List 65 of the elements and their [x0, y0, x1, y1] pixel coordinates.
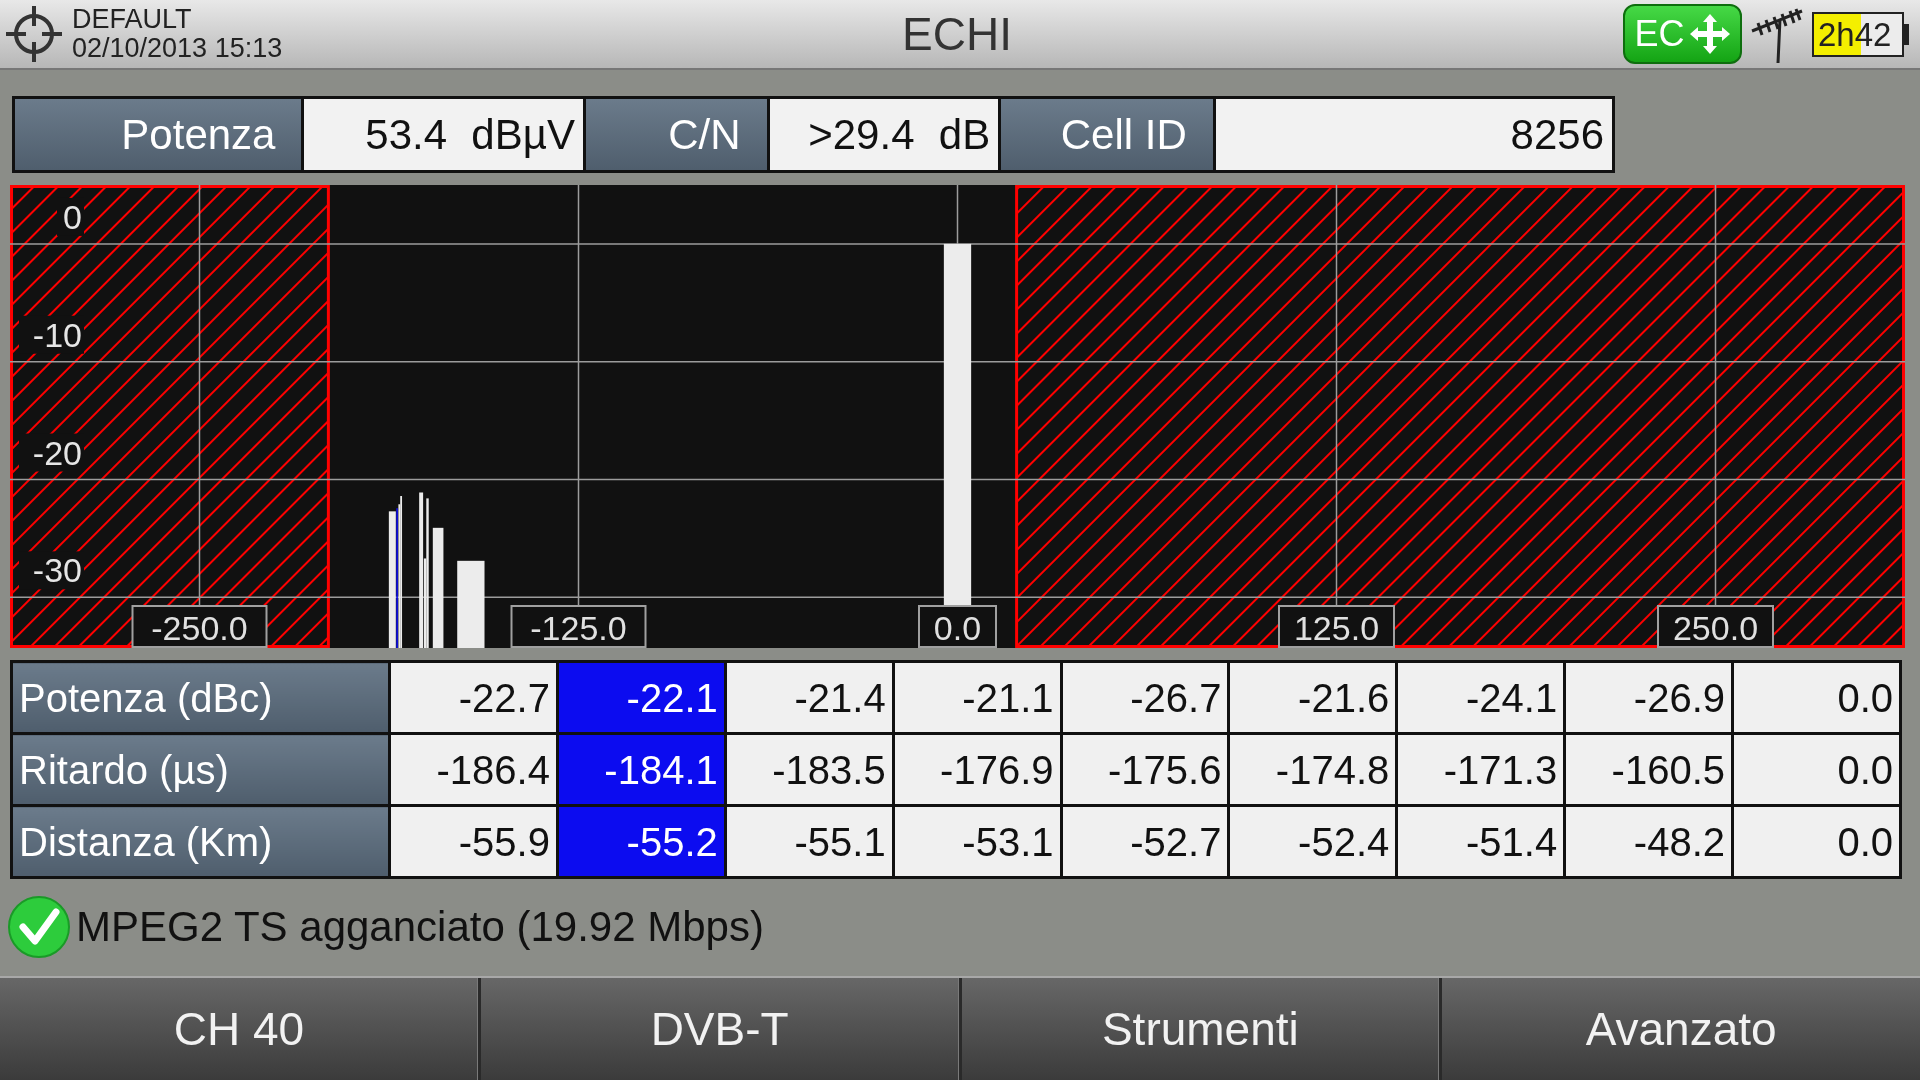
y-tick-label: -20 — [19, 433, 84, 472]
table-cell: -26.9 — [1564, 661, 1733, 734]
x-tick-label: 0.0 — [918, 605, 997, 648]
measurement-label: C/N — [585, 99, 770, 170]
y-tick-label: -30 — [32, 551, 82, 590]
x-tick-label: 250.0 — [1657, 605, 1774, 648]
table-cell: -52.4 — [1228, 805, 1397, 878]
table-cell: -21.6 — [1228, 661, 1397, 734]
table-cell: -160.5 — [1564, 733, 1733, 806]
y-tick-label: 0 — [63, 197, 82, 236]
x-tick-label: 250.0 — [1672, 609, 1759, 647]
table-cell: -174.8 — [1228, 733, 1397, 806]
y-tick-label: -20 — [32, 433, 82, 472]
table-cell: -24.1 — [1396, 661, 1565, 734]
x-tick-label: 125.0 — [1278, 605, 1395, 648]
table-cell: -52.7 — [1061, 805, 1229, 878]
table-cell: -184.1 — [557, 733, 726, 806]
crosshair-icon — [4, 4, 64, 64]
y-tick-label: -10 — [19, 315, 84, 354]
table-cell: -53.1 — [893, 805, 1061, 878]
measurement-value: 8256 — [1215, 99, 1612, 170]
table-cell: -55.2 — [557, 805, 726, 878]
table-cell: 0.0 — [1732, 805, 1901, 878]
measurement-label: Cell ID — [1001, 99, 1216, 170]
screen-title: ECHI — [902, 7, 1012, 62]
table-cell: -26.7 — [1061, 661, 1229, 734]
table-cell: -21.1 — [893, 661, 1061, 734]
table-cell: -176.9 — [893, 733, 1061, 806]
table-cell: -55.9 — [389, 805, 558, 878]
softkey-button[interactable]: DVB-T — [480, 978, 962, 1080]
row-header: Potenza (dBc) — [11, 661, 390, 734]
x-tick-label: -125.0 — [510, 605, 647, 648]
table-cell: -171.3 — [1396, 733, 1565, 806]
x-tick-label: 125.0 — [1293, 609, 1380, 647]
table-cell: -22.7 — [389, 661, 558, 734]
date-time: 02/10/2013 15:13 — [72, 34, 283, 63]
table-cell: -51.4 — [1396, 805, 1565, 878]
measurement-value: >29.4 dB — [769, 99, 1002, 170]
y-tick-label: -10 — [32, 315, 82, 354]
y-tick-label: -30 — [19, 551, 84, 590]
table-cell: -21.4 — [725, 661, 894, 734]
table-cell: 0.0 — [1732, 733, 1901, 806]
x-tick-label: -250.0 — [151, 609, 248, 647]
table-cell: 0.0 — [1732, 661, 1901, 734]
softkey-button[interactable]: Strumenti — [961, 978, 1443, 1080]
table-cell: -186.4 — [389, 733, 558, 806]
measurement-value: 53.4 dBµV — [304, 99, 586, 170]
x-tick-label: 0.0 — [933, 609, 982, 647]
x-tick-label: -250.0 — [131, 605, 268, 648]
table-cell: -55.1 — [725, 805, 894, 878]
move-arrows-icon — [1688, 13, 1731, 55]
softkey-button[interactable]: CH 40 — [0, 978, 481, 1080]
x-tick-label: -125.0 — [530, 609, 627, 647]
measurement-label: Potenza — [15, 99, 305, 170]
table-cell: -175.6 — [1061, 733, 1229, 806]
profile-name: DEFAULT — [72, 5, 193, 34]
table-cell: -183.5 — [725, 733, 894, 806]
table-cell: -48.2 — [1564, 805, 1733, 878]
y-tick-label: 0 — [57, 197, 84, 236]
softkey-button[interactable]: Avanzato — [1442, 978, 1920, 1080]
status-message: MPEG2 TS agganciato (19.92 Mbps) — [76, 901, 764, 952]
row-header: Distanza (Km) — [11, 805, 390, 878]
row-header: Ritardo (µs) — [11, 733, 390, 806]
mode-label: EC — [1634, 14, 1685, 54]
table-cell: -22.1 — [557, 661, 726, 734]
